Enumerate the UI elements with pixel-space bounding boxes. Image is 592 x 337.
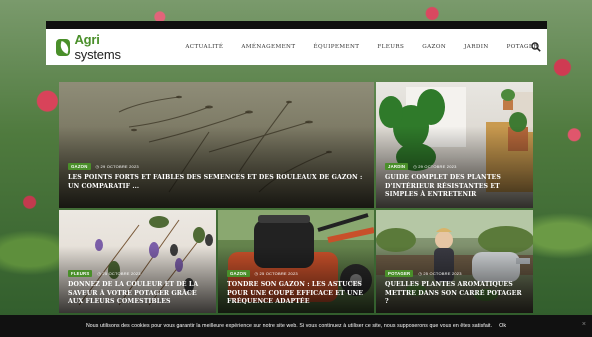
site-header: Agri systems ACTUALITÉ AMÉNAGEMENT ÉQUIP… (46, 29, 547, 65)
featured-articles-grid: GAZON 29 OCTOBRE 2023 LES POINTS FORTS E… (59, 82, 533, 313)
article-card-indoor-plants[interactable]: JARDIN 29 OCTOBRE 2023 GUIDE COMPLET DES… (376, 82, 533, 208)
nav-item-gazon[interactable]: GAZON (413, 44, 455, 50)
article-meta: GAZON 25 OCTOBRE 2023 (227, 270, 298, 277)
article-card-aromatic-plants[interactable]: POTAGER 25 OCTOBRE 2023 QUELLES PLANTES … (376, 210, 533, 313)
article-title[interactable]: QUELLES PLANTES AROMATIQUES METTRE DANS … (385, 281, 524, 307)
article-date: 25 OCTOBRE 2023 (418, 271, 461, 276)
article-meta: JARDIN 29 OCTOBRE 2023 (385, 163, 457, 170)
site-logo[interactable]: Agri systems (56, 29, 138, 65)
article-title[interactable]: DONNEZ DE LA COULEUR ET DE LA SAVEUR À V… (68, 281, 207, 307)
close-icon[interactable]: × (582, 321, 586, 328)
article-card-lawn-mowing[interactable]: GAZON 25 OCTOBRE 2023 TONDRE SON GAZON :… (218, 210, 374, 313)
category-badge[interactable]: JARDIN (385, 163, 409, 170)
site-name-part1: Agri (74, 32, 100, 47)
article-card-edible-flowers[interactable]: FLEURS 25 OCTOBRE 2023 DONNEZ DE LA COUL… (59, 210, 216, 313)
nav-item-equipement[interactable]: ÉQUIPEMENT (305, 44, 369, 50)
cookie-banner: Nous utilisons des cookies pour vous gar… (0, 315, 592, 337)
cookie-accept-button[interactable]: Ok (499, 323, 506, 329)
article-meta: FLEURS 25 OCTOBRE 2023 (68, 270, 141, 277)
nav-item-jardin[interactable]: JARDIN (455, 44, 497, 50)
top-bar (46, 21, 547, 29)
search-icon[interactable] (531, 42, 541, 52)
cookie-message: Nous utilisons des cookies pour vous gar… (85, 323, 493, 329)
category-badge[interactable]: GAZON (227, 270, 250, 277)
article-title[interactable]: LES POINTS FORTS ET FAIBLES DES SEMENCES… (68, 174, 365, 191)
leaf-icon (56, 38, 71, 56)
nav-item-amenagement[interactable]: AMÉNAGEMENT (232, 44, 304, 50)
category-badge[interactable]: POTAGER (385, 270, 414, 277)
category-badge[interactable]: FLEURS (68, 270, 93, 277)
article-date: 25 OCTOBRE 2023 (255, 271, 298, 276)
article-card-seeds-vs-sod[interactable]: GAZON 29 OCTOBRE 2023 LES POINTS FORTS E… (59, 82, 374, 208)
article-title[interactable]: TONDRE SON GAZON : LES ASTUCES POUR UNE … (227, 281, 365, 307)
article-meta: POTAGER 25 OCTOBRE 2023 (385, 270, 462, 277)
nav-item-fleurs[interactable]: FLEURS (368, 44, 413, 50)
site-name-part2: systems (74, 47, 121, 62)
category-badge[interactable]: GAZON (68, 163, 91, 170)
main-nav: ACTUALITÉ AMÉNAGEMENT ÉQUIPEMENT FLEURS … (176, 44, 547, 50)
article-date: 25 OCTOBRE 2023 (97, 271, 140, 276)
article-title[interactable]: GUIDE COMPLET DES PLANTES D'INTÉRIEUR RÉ… (385, 174, 524, 200)
site-name: Agri systems (74, 32, 138, 62)
article-date: 29 OCTOBRE 2023 (413, 164, 456, 169)
article-date: 29 OCTOBRE 2023 (96, 164, 139, 169)
article-meta: GAZON 29 OCTOBRE 2023 (68, 163, 139, 170)
nav-item-actualite[interactable]: ACTUALITÉ (176, 44, 232, 50)
